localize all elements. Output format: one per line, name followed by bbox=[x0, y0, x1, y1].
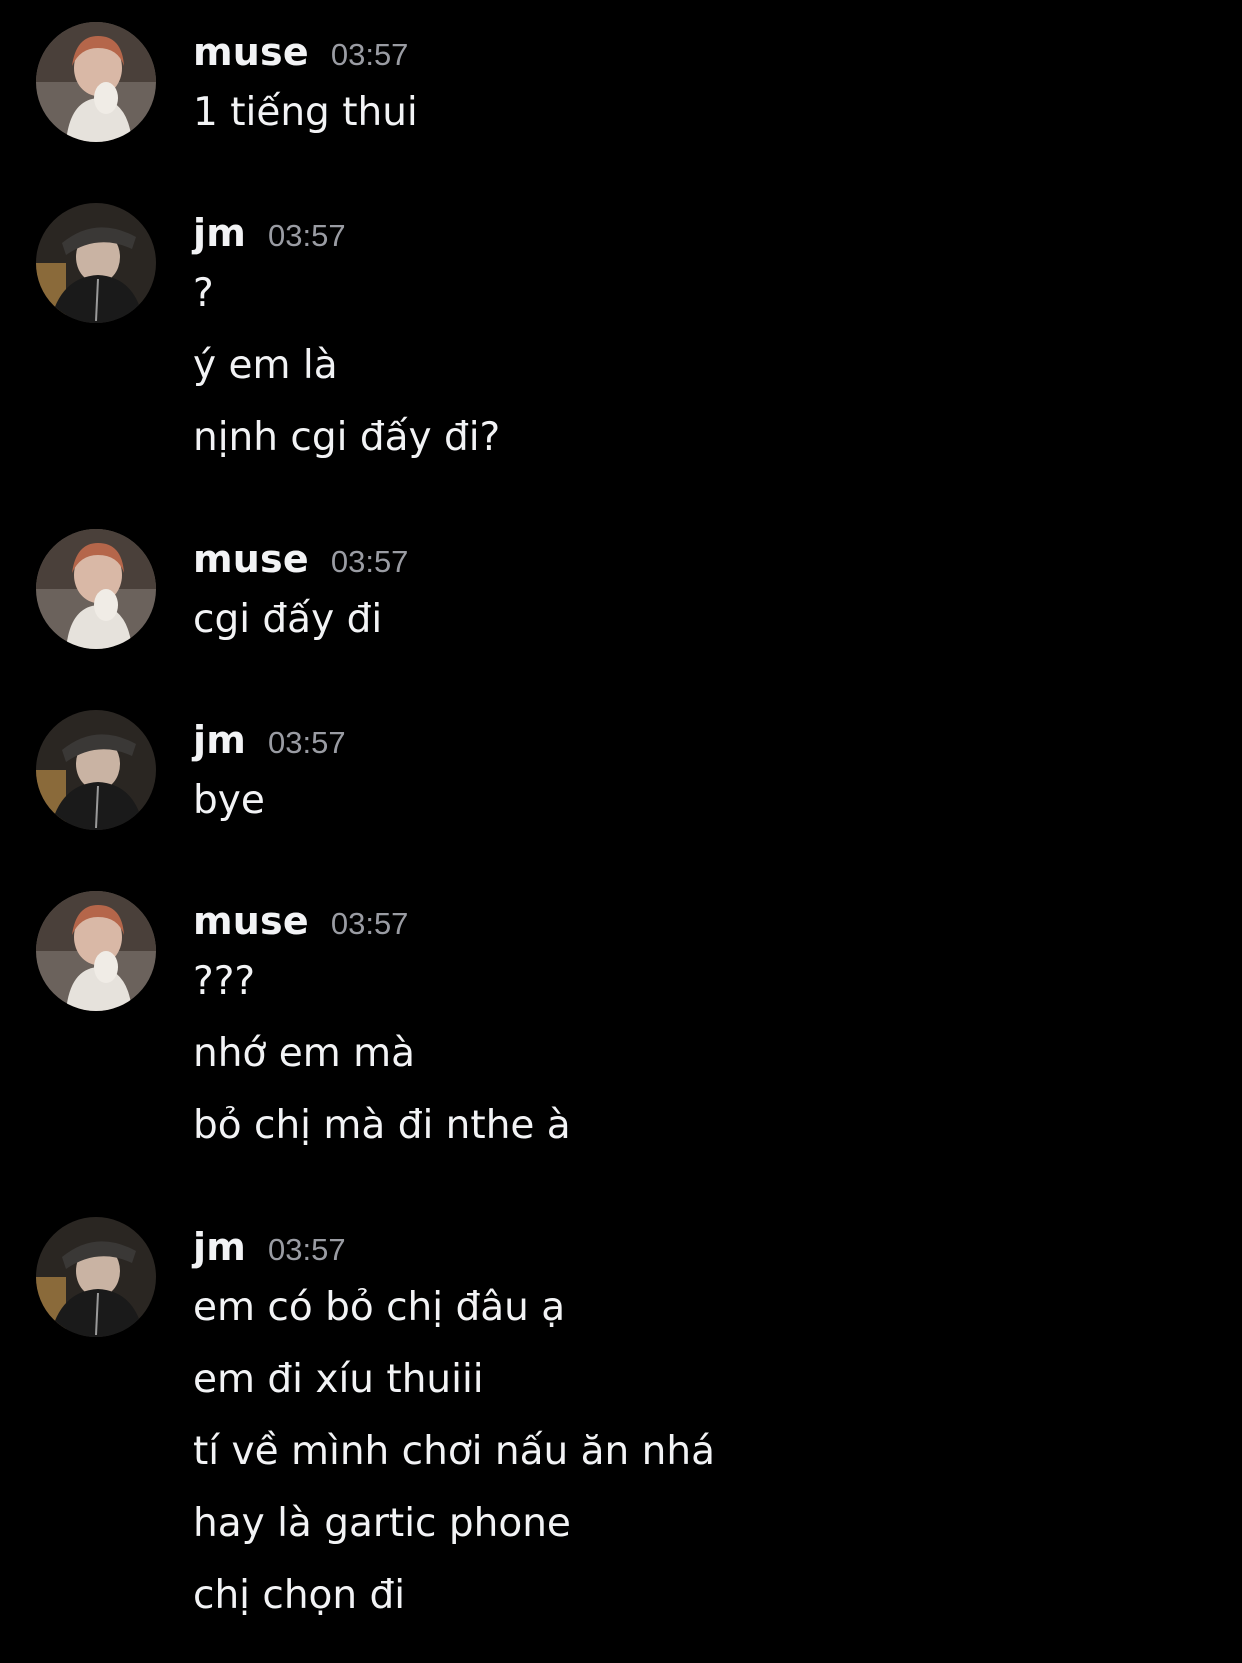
muse-avatar[interactable] bbox=[36, 529, 156, 649]
jm-avatar[interactable] bbox=[36, 203, 156, 323]
message-header: jm 03:57 bbox=[193, 1225, 346, 1275]
message-text: bye bbox=[193, 778, 265, 823]
message-text: ??? bbox=[193, 959, 256, 1004]
message-text: em đi xíu thuiii bbox=[193, 1357, 484, 1402]
message-text: nịnh cgi đấy đi? bbox=[193, 415, 501, 460]
username[interactable]: jm bbox=[193, 1225, 246, 1269]
message-header: muse 03:57 bbox=[193, 899, 408, 949]
timestamp: 03:57 bbox=[268, 725, 346, 760]
timestamp: 03:57 bbox=[268, 218, 346, 253]
message-text: 1 tiếng thui bbox=[193, 90, 418, 135]
username[interactable]: jm bbox=[193, 718, 246, 762]
chat-message-list: muse 03:57 1 tiếng thui jm 03:57 ? ý em là… bbox=[0, 0, 1242, 1663]
message-text: nhớ em mà bbox=[193, 1031, 415, 1076]
message-text: hay là gartic phone bbox=[193, 1501, 571, 1546]
message-header: jm 03:57 bbox=[193, 211, 346, 261]
message-header: muse 03:57 bbox=[193, 537, 408, 587]
username[interactable]: muse bbox=[193, 537, 309, 581]
muse-avatar[interactable] bbox=[36, 891, 156, 1011]
jm-avatar[interactable] bbox=[36, 710, 156, 830]
message-text: bỏ chị mà đi nthe à bbox=[193, 1103, 571, 1148]
timestamp: 03:57 bbox=[330, 544, 409, 579]
message-text: cgi đấy đi bbox=[193, 597, 383, 642]
message-text: ý em là bbox=[193, 343, 338, 388]
timestamp: 03:57 bbox=[330, 37, 409, 72]
jm-avatar[interactable] bbox=[36, 1217, 156, 1337]
message-text: chị chọn đi bbox=[193, 1573, 406, 1618]
username[interactable]: muse bbox=[193, 899, 309, 943]
timestamp: 03:57 bbox=[268, 1232, 346, 1267]
message-text: em có bỏ chị đâu ạ bbox=[193, 1285, 566, 1330]
message-text: ? bbox=[193, 271, 214, 316]
muse-avatar[interactable] bbox=[36, 22, 156, 142]
message-text: tí về mình chơi nấu ăn nhá bbox=[193, 1429, 715, 1474]
message-header: muse 03:57 bbox=[193, 30, 408, 80]
message-header: jm 03:57 bbox=[193, 718, 346, 768]
username[interactable]: jm bbox=[193, 211, 246, 255]
username[interactable]: muse bbox=[193, 30, 309, 74]
timestamp: 03:57 bbox=[330, 906, 409, 941]
